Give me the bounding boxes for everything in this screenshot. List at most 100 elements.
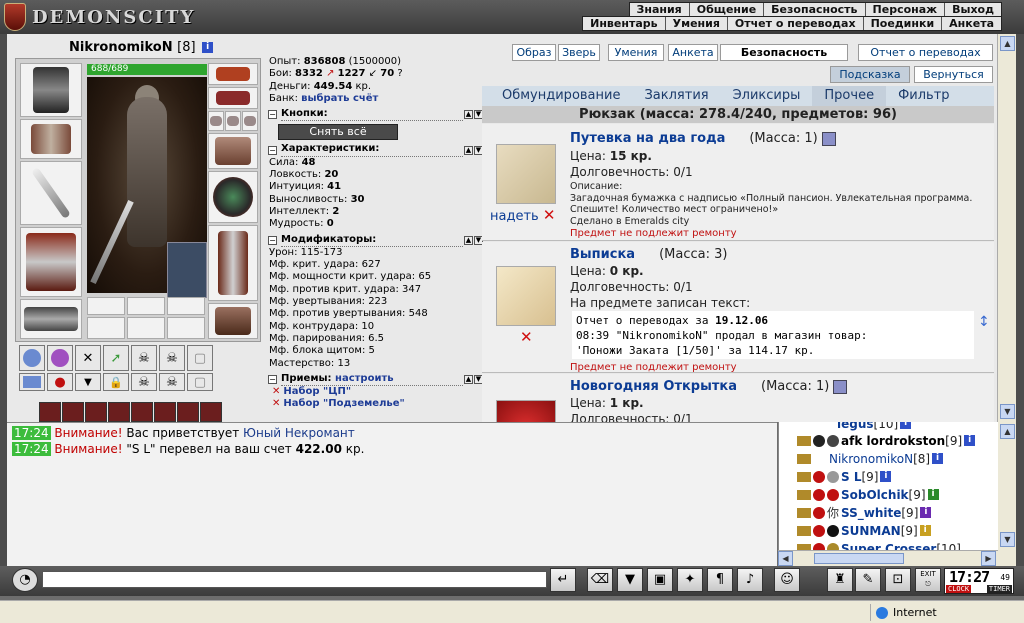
- armor-slot[interactable]: [20, 227, 82, 297]
- private-icon[interactable]: [797, 471, 811, 482]
- ring-slot-3[interactable]: [242, 111, 258, 131]
- effect-icon[interactable]: [108, 402, 130, 422]
- move-up-icon[interactable]: ▲: [464, 145, 473, 155]
- equip-action[interactable]: надеть ✕: [490, 206, 555, 224]
- scroll-slot-8[interactable]: ▼: [75, 373, 101, 391]
- private-icon[interactable]: [797, 435, 811, 446]
- scroll-slot-5[interactable]: ☠: [131, 345, 157, 371]
- hint-button[interactable]: Подсказка: [830, 66, 910, 83]
- delete-icon[interactable]: ✕: [272, 386, 280, 397]
- users-scrollbar[interactable]: ▲ ▼: [998, 422, 1016, 566]
- info-icon[interactable]: i: [202, 42, 214, 53]
- timer-mode[interactable]: TIMER: [986, 585, 1012, 593]
- bracers-slot[interactable]: [20, 119, 82, 159]
- scroll-left-icon[interactable]: ◀: [778, 551, 793, 566]
- scroll-slot-10[interactable]: ☠: [131, 373, 157, 391]
- scroll-slot-2[interactable]: [47, 345, 73, 371]
- trick-set[interactable]: ✕ Набор "ЦП": [268, 386, 483, 398]
- scroll-slot-7[interactable]: ●: [47, 373, 73, 391]
- lock-icon[interactable]: ⊡: [885, 568, 911, 592]
- delete-icon[interactable]: ✕: [272, 398, 280, 409]
- scroll-down-icon[interactable]: ▼: [1000, 532, 1015, 547]
- menu-security[interactable]: Безопасность: [764, 3, 866, 16]
- user-row[interactable]: 你 SS_white [9] i: [797, 504, 932, 521]
- weapon-slot[interactable]: [20, 161, 82, 225]
- info-icon[interactable]: i: [964, 435, 976, 446]
- helmet-slot[interactable]: [20, 63, 82, 117]
- menu-transfers[interactable]: Отчет о переводах: [728, 17, 864, 30]
- tab-equipment[interactable]: Обмундирование: [482, 86, 632, 106]
- tab-elixirs[interactable]: Эликсиры: [721, 86, 813, 106]
- sound-icon[interactable]: ♪: [737, 568, 763, 592]
- menu-exit[interactable]: Выход: [945, 3, 1001, 16]
- scroll-slot-6[interactable]: [19, 373, 45, 391]
- pet-image[interactable]: [167, 242, 207, 298]
- boots-slot[interactable]: [208, 303, 258, 339]
- scroll-right-icon[interactable]: ▶: [981, 551, 996, 566]
- chat-input[interactable]: [42, 571, 547, 588]
- scroll-thumb[interactable]: [814, 553, 904, 564]
- belt-slot[interactable]: [20, 299, 82, 339]
- trick-set-link[interactable]: Набор "ЦП": [283, 386, 351, 397]
- menu-knowledge[interactable]: Знания: [630, 3, 690, 16]
- resize-icon[interactable]: ↕: [978, 314, 990, 330]
- user-name[interactable]: SUNMAN: [841, 524, 901, 538]
- menu-communication[interactable]: Общение: [690, 3, 765, 16]
- trick-set-link[interactable]: Набор "Подземелье": [283, 398, 404, 409]
- chat-mode-icon[interactable]: ◔: [12, 568, 38, 592]
- send-icon[interactable]: ↵: [550, 568, 576, 592]
- item-name[interactable]: Новогодняя Открытка: [570, 379, 737, 394]
- menu-skills[interactable]: Умения: [666, 17, 728, 30]
- info-icon[interactable]: i: [900, 422, 912, 429]
- move-up-icon[interactable]: ▲: [464, 374, 473, 384]
- info-icon[interactable]: i: [920, 507, 932, 518]
- profile-button[interactable]: Анкета: [668, 44, 718, 61]
- smiles-list-icon[interactable]: ¶: [707, 568, 733, 592]
- scroll-slot-14[interactable]: ▢: [187, 373, 213, 391]
- effect-icon[interactable]: [200, 402, 222, 422]
- effect-icon[interactable]: [39, 402, 61, 422]
- user-row[interactable]: S L [9] i: [797, 468, 892, 485]
- back-button[interactable]: Вернуться: [914, 66, 993, 83]
- rune-slot-1[interactable]: [87, 297, 125, 315]
- tab-filter[interactable]: Фильтр: [886, 86, 961, 106]
- earring-slot[interactable]: [208, 63, 258, 85]
- user-name[interactable]: S L: [841, 470, 861, 484]
- private-icon[interactable]: [797, 507, 811, 518]
- collapse-icon[interactable]: −: [268, 235, 277, 245]
- scroll-slot-9[interactable]: 🔒: [103, 373, 129, 391]
- filter-icon[interactable]: ▼: [617, 568, 643, 592]
- legs-slot[interactable]: [208, 225, 258, 301]
- effect-icon[interactable]: [154, 402, 176, 422]
- chat-time[interactable]: 17:24: [12, 442, 51, 456]
- skills-button[interactable]: Умения: [608, 44, 664, 61]
- private-icon[interactable]: [797, 453, 811, 464]
- effect-icon[interactable]: [85, 402, 107, 422]
- gloves-slot[interactable]: [208, 133, 258, 169]
- rune-slot-6[interactable]: [167, 317, 205, 339]
- move-up-icon[interactable]: ▲: [464, 110, 473, 120]
- scroll-slot-1[interactable]: [19, 345, 45, 371]
- tab-spells[interactable]: Заклятия: [632, 86, 720, 106]
- rune-slot-4[interactable]: [87, 317, 125, 339]
- action-icon[interactable]: ✦: [677, 568, 703, 592]
- scroll-slot-12[interactable]: ☠: [159, 373, 185, 391]
- info-icon[interactable]: i: [919, 525, 931, 536]
- trade-icon[interactable]: ♜: [827, 568, 853, 592]
- user-row[interactable]: SobOlchik [9] i: [797, 486, 939, 503]
- menu-fights[interactable]: Поединки: [864, 17, 943, 30]
- user-name[interactable]: SS_white: [841, 506, 901, 520]
- info-icon[interactable]: i: [927, 489, 939, 500]
- smile-icon[interactable]: ☺: [774, 568, 800, 592]
- unequip-all-button[interactable]: Снять всё: [278, 124, 398, 141]
- scroll-down-icon[interactable]: ▼: [1000, 404, 1015, 419]
- menu-inventory[interactable]: Инвентарь: [583, 17, 666, 30]
- user-row[interactable]: afk lordrokston [9] i: [797, 432, 976, 449]
- info-icon[interactable]: i: [880, 471, 892, 482]
- private-icon[interactable]: [797, 489, 811, 500]
- scroll-slot-4[interactable]: ➚: [103, 345, 129, 371]
- move-up-icon[interactable]: ▲: [464, 235, 473, 245]
- shield-slot[interactable]: [208, 171, 258, 223]
- user-row[interactable]: NikronomikoN [8] i: [797, 450, 944, 467]
- image-button[interactable]: Образ: [512, 44, 556, 61]
